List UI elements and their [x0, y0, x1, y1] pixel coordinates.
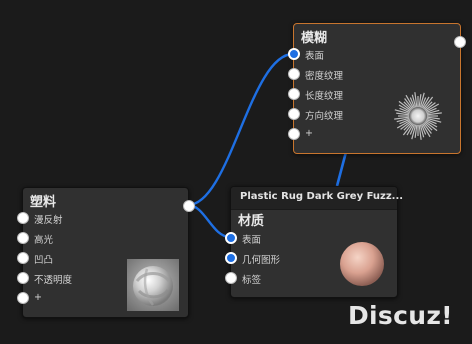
material-node-header: Plastic Rug Dark Grey Fuzz... [231, 187, 403, 210]
port-label: 方向纹理 [305, 111, 344, 122]
port-label: 表面 [242, 235, 262, 246]
surface-input-socket[interactable] [225, 232, 237, 244]
port-label: 不透明度 [34, 275, 73, 286]
plastic-node[interactable]: 塑料 漫反射 高光 凹凸 不透明度 + [17, 187, 195, 318]
radial-burst-icon [394, 92, 442, 140]
port-label: 凹凸 [34, 255, 54, 266]
port-label: 密度纹理 [305, 71, 344, 82]
port-label: 长度纹理 [305, 91, 344, 102]
material-name: Plastic Rug Dark Grey Fuzz... [240, 191, 404, 202]
port-label: 标签 [242, 275, 262, 286]
direction-texture-input-socket[interactable] [288, 108, 300, 120]
geometry-input-socket[interactable] [225, 252, 237, 264]
skin-sphere-icon [340, 242, 384, 286]
blur-port-surface[interactable]: 表面 [288, 46, 414, 64]
plastic-node-title: 塑料 [30, 195, 57, 210]
wire-plastic-to-material[interactable] [187, 203, 231, 239]
specular-input-socket[interactable] [17, 232, 29, 244]
watermark: Discuz! [348, 301, 453, 330]
length-texture-input-socket[interactable] [288, 88, 300, 100]
blur-output-socket[interactable] [454, 36, 466, 48]
surface-input-socket[interactable] [288, 48, 300, 60]
material-node[interactable]: Plastic Rug Dark Grey Fuzz... 材质 表面 几何图形… [225, 186, 403, 298]
add-port-label: + [34, 292, 42, 303]
add-port-label: + [305, 128, 313, 139]
plastic-sphere-icon [127, 259, 179, 311]
density-texture-input-socket[interactable] [288, 68, 300, 80]
node-graph-canvas[interactable]: 模糊 表面 密度纹理 长度纹理 方向纹理 + 塑料 漫反射 高光 凹凸 不透明度… [0, 0, 472, 344]
material-port-geometry[interactable]: 几何图形 [225, 250, 351, 268]
plastic-port-add[interactable]: + [17, 290, 143, 308]
blur-node-title: 模糊 [301, 31, 328, 46]
port-label: 表面 [305, 51, 325, 62]
bump-input-socket[interactable] [17, 252, 29, 264]
opacity-input-socket[interactable] [17, 272, 29, 284]
add-input-socket[interactable] [288, 128, 300, 140]
diffuse-input-socket[interactable] [17, 212, 29, 224]
blur-node[interactable]: 模糊 表面 密度纹理 长度纹理 方向纹理 + [288, 23, 466, 154]
plastic-port-bump[interactable]: 凹凸 [17, 250, 143, 268]
add-input-socket[interactable] [17, 292, 29, 304]
plastic-output-socket[interactable] [183, 200, 195, 212]
blur-port-density-texture[interactable]: 密度纹理 [288, 66, 414, 84]
label-input-socket[interactable] [225, 272, 237, 284]
wire-blur-to-material[interactable] [335, 151, 348, 187]
plastic-port-diffuse[interactable]: 漫反射 [17, 210, 143, 228]
port-label: 几何图形 [242, 255, 281, 266]
plastic-port-specular[interactable]: 高光 [17, 230, 143, 248]
plastic-port-opacity[interactable]: 不透明度 [17, 270, 143, 288]
material-port-surface[interactable]: 表面 [225, 230, 351, 248]
port-label: 漫反射 [34, 215, 63, 226]
material-port-label[interactable]: 标签 [225, 270, 351, 288]
port-label: 高光 [34, 235, 54, 246]
wire-plastic-to-blur[interactable] [187, 52, 294, 207]
material-node-title: 材质 [238, 214, 265, 229]
